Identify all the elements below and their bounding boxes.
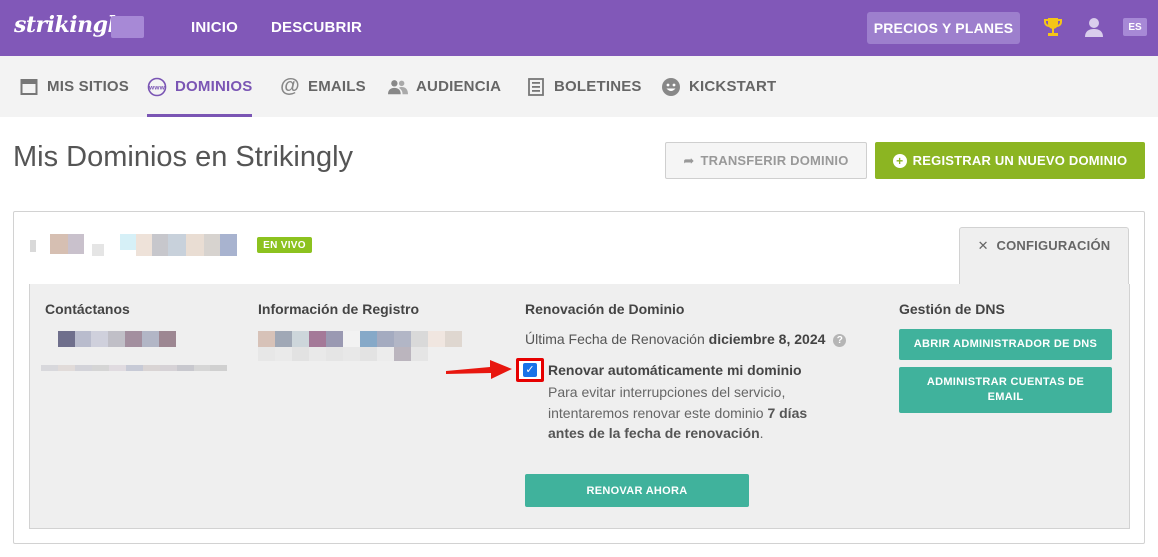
tab-mis-sitios[interactable]: MIS SITIOS — [19, 56, 129, 117]
domain-name-redacted — [30, 234, 240, 258]
top-navbar: strikingly INICIO DESCUBRIR PRECIOS Y PL… — [0, 0, 1158, 56]
plus-circle-icon: + — [892, 153, 907, 168]
share-arrow-icon: ➦ — [683, 152, 695, 168]
language-selector[interactable]: ES — [1123, 18, 1147, 36]
contact-email-redacted — [41, 365, 227, 371]
tab-boletines[interactable]: BOLETINES — [526, 56, 642, 117]
status-badge: EN VIVO — [257, 237, 312, 253]
transfer-domain-label: TRANSFERIR DOMINIO — [700, 153, 849, 168]
register-domain-label: REGISTRAR UN NUEVO DOMINIO — [912, 153, 1128, 168]
tab-label: AUDIENCIA — [416, 78, 502, 95]
tab-kickstart[interactable]: KICKSTART — [661, 56, 776, 117]
last-renewal-date: Última Fecha de Renovación diciembre 8, … — [525, 331, 847, 347]
svg-text:www: www — [148, 84, 166, 91]
people-icon — [388, 77, 408, 97]
nav-descubrir[interactable]: DESCUBRIR — [271, 19, 362, 36]
contact-redacted — [58, 331, 176, 347]
red-arrow-annotation — [446, 360, 512, 379]
tab-audiencia[interactable]: AUDIENCIA — [388, 56, 501, 117]
renew-now-button[interactable]: RENOVAR AHORA — [525, 474, 749, 507]
help-part2: . — [759, 425, 764, 441]
tab-label: MIS SITIOS — [47, 78, 130, 95]
transfer-domain-button[interactable]: ➦ TRANSFERIR DOMINIO — [665, 142, 867, 179]
registration-date-redacted — [258, 347, 428, 361]
auto-renew-label[interactable]: Renovar automáticamente mi dominio — [548, 362, 802, 378]
tab-label: DOMINIOS — [175, 78, 253, 95]
tab-label: BOLETINES — [554, 78, 642, 95]
last-renewal-value: diciembre 8, 2024 — [708, 331, 826, 347]
open-dns-manager-button[interactable]: ABRIR ADMINISTRADOR DE DNS — [899, 329, 1112, 360]
tab-configuracion[interactable]: ✕ CONFIGURACIÓN — [959, 227, 1129, 285]
tools-icon: ✕ — [977, 238, 989, 253]
manage-email-accounts-button[interactable]: ADMINISTRAR CUENTAS DE EMAIL — [899, 367, 1112, 413]
www-icon: www — [147, 77, 167, 97]
tab-dominios[interactable]: www DOMINIOS — [147, 56, 253, 117]
help-part1: Para evitar interrupciones del servicio,… — [548, 384, 786, 421]
nav-inicio[interactable]: INICIO — [191, 19, 238, 36]
section-tabs: MIS SITIOS www DOMINIOS @ EMAILS AUDIENC… — [0, 56, 1158, 117]
registration-title: Información de Registro — [258, 301, 420, 317]
contact-title: Contáctanos — [45, 301, 130, 317]
tab-configuracion-label: CONFIGURACIÓN — [996, 238, 1111, 253]
trophy-icon[interactable] — [1043, 16, 1063, 38]
user-icon[interactable] — [1084, 16, 1104, 38]
auto-renew-highlight: ✓ — [516, 358, 544, 382]
tab-label: KICKSTART — [689, 78, 777, 95]
plan-badge — [111, 16, 144, 38]
tab-label: EMAILS — [308, 78, 366, 95]
newsletter-icon — [526, 77, 546, 97]
browser-icon — [19, 77, 39, 97]
question-icon[interactable]: ? — [833, 333, 847, 347]
auto-renew-checkbox[interactable]: ✓ — [523, 363, 537, 377]
auto-renew-help-text: Para evitar interrupciones del servicio,… — [548, 382, 808, 444]
dns-title: Gestión de DNS — [899, 301, 1005, 317]
smiley-icon — [661, 77, 681, 97]
register-domain-button[interactable]: + REGISTRAR UN NUEVO DOMINIO — [875, 142, 1145, 179]
last-renewal-label: Última Fecha de Renovación — [525, 331, 705, 347]
registration-redacted — [258, 331, 462, 347]
tab-emails[interactable]: @ EMAILS — [280, 56, 366, 117]
page-title: Mis Dominios en Strikingly — [13, 141, 354, 173]
pricing-plans-button[interactable]: PRECIOS Y PLANES — [867, 12, 1020, 44]
renewal-title: Renovación de Dominio — [525, 301, 685, 317]
at-icon: @ — [280, 75, 300, 97]
